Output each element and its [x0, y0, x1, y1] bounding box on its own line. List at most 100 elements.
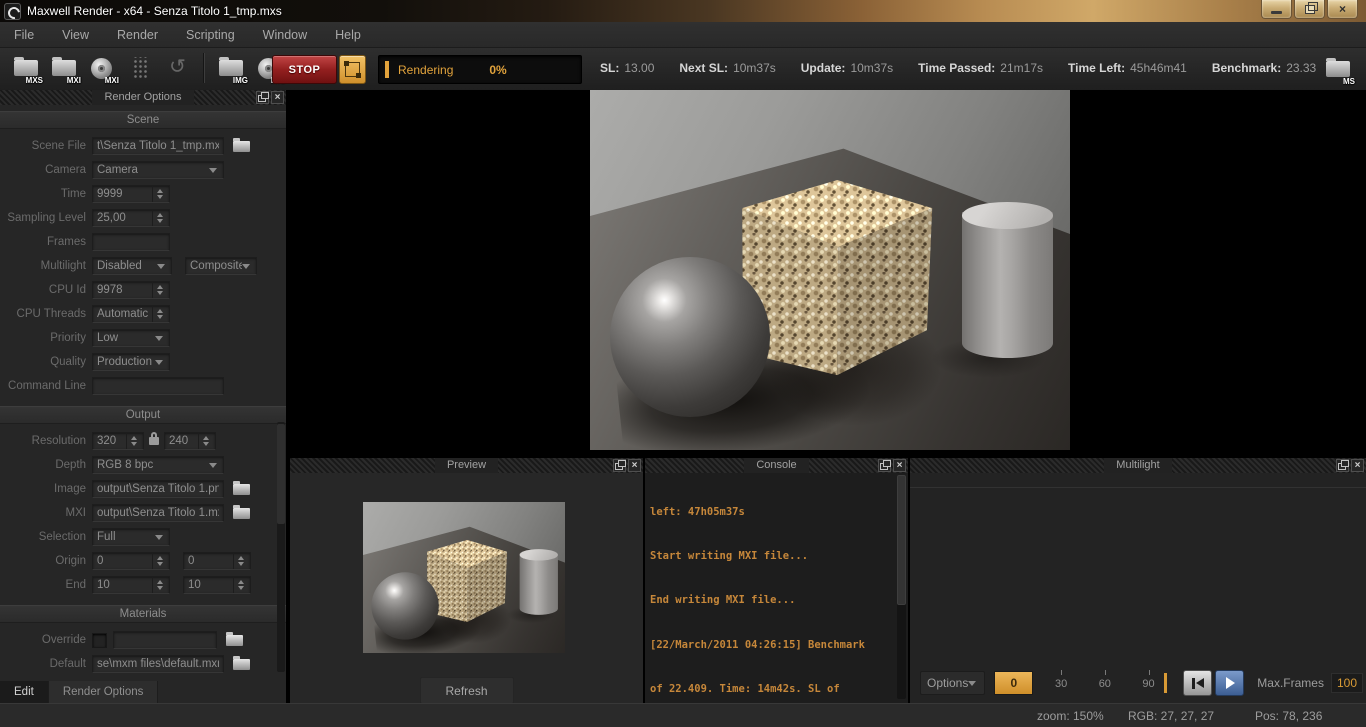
spinner-icon[interactable] [126, 433, 141, 449]
multilight-dropdown[interactable]: Disabled [92, 257, 172, 275]
stat-time-left: Time Left: 45h46m41 [1068, 61, 1187, 75]
menu-scripting[interactable]: Scripting [172, 22, 249, 47]
spinner-icon[interactable] [152, 282, 167, 298]
camera-label: Camera [45, 164, 86, 176]
console-header[interactable]: Console × [645, 458, 908, 473]
console-scrollbar[interactable] [897, 475, 906, 699]
panel-scrollbar[interactable] [277, 422, 285, 672]
priority-dropdown[interactable]: Low [92, 329, 170, 347]
mxi-path-input[interactable]: output\Senza Titolo 1.mxi [92, 504, 224, 522]
end-x-input[interactable]: 10 [92, 576, 170, 594]
cpu-threads-input[interactable]: Automatic [92, 305, 170, 323]
preview-panel: Preview × Refresh [290, 458, 643, 703]
render-options-header[interactable]: Render Options × [0, 90, 286, 105]
default-browse-button[interactable] [230, 655, 252, 672]
origin-x-input[interactable]: 0 [92, 552, 170, 570]
spinner-icon[interactable] [198, 433, 213, 449]
options-dropdown[interactable]: Options [920, 671, 986, 695]
scene-file-input[interactable]: t\Senza Titolo 1_tmp.mxs [92, 137, 224, 155]
override-path-input[interactable] [113, 631, 217, 649]
close-button[interactable]: × [1327, 0, 1358, 19]
multilight-mode-dropdown[interactable]: Composite [185, 257, 257, 275]
default-material-input[interactable]: se\mxm files\default.mxm [92, 655, 224, 673]
tab-edit[interactable]: Edit [0, 681, 49, 703]
close-panel-button[interactable]: × [1351, 459, 1364, 472]
mxi-browse-button[interactable] [230, 504, 252, 521]
console-log[interactable]: left: 47h05m37s Start writing MXI file..… [650, 475, 893, 700]
spinner-icon[interactable] [233, 577, 248, 593]
lock-icon[interactable] [149, 432, 159, 445]
frame-slider[interactable]: 30 60 90 [1037, 669, 1162, 697]
depth-dropdown[interactable]: RGB 8 bpc [92, 456, 224, 474]
menu-render[interactable]: Render [103, 22, 172, 47]
ms-network-button[interactable]: MS [1320, 53, 1355, 86]
minimize-button[interactable] [1261, 0, 1292, 19]
field-row: MXI output\Senza Titolo 1.mxi [0, 501, 286, 525]
restart-button[interactable]: ↺ [160, 52, 195, 84]
menu-help[interactable]: Help [321, 22, 375, 47]
preview-image[interactable] [363, 502, 565, 653]
tab-render-options[interactable]: Render Options [48, 681, 159, 703]
frame-value-box[interactable]: 0 [994, 671, 1034, 695]
multilight-header[interactable]: Multilight × [910, 458, 1366, 473]
spinner-icon[interactable] [233, 553, 248, 569]
field-row: Quality Production [0, 350, 286, 374]
menu-window[interactable]: Window [249, 22, 321, 47]
go-to-start-button[interactable] [1183, 670, 1213, 696]
network-render-button[interactable] [339, 55, 366, 84]
quality-dropdown[interactable]: Production [92, 353, 170, 371]
tick-mark [1148, 670, 1150, 675]
open-image-button[interactable]: IMG [213, 52, 248, 85]
field-row: Camera Camera [0, 158, 286, 182]
field-row: Default se\mxm files\default.mxm [0, 652, 286, 676]
sampling-level-input[interactable]: 25,00 [92, 209, 170, 227]
spinner-icon[interactable] [152, 210, 167, 226]
spinner-icon[interactable] [152, 577, 167, 593]
titlebar[interactable]: Maxwell Render - x64 - Senza Titolo 1_tm… [0, 0, 1366, 22]
stop-button[interactable]: STOP [272, 55, 337, 84]
float-panel-button[interactable] [256, 91, 269, 104]
spinner-icon[interactable] [152, 553, 167, 569]
render-viewport[interactable] [286, 90, 1366, 458]
menu-view[interactable]: View [48, 22, 103, 47]
spinner-icon[interactable] [152, 186, 167, 202]
command-line-label: Command Line [8, 380, 86, 392]
close-panel-button[interactable]: × [893, 459, 906, 472]
close-panel-button[interactable]: × [271, 91, 284, 104]
open-mxs-button[interactable]: MXS [8, 52, 43, 85]
spinner-icon[interactable] [152, 306, 167, 322]
float-panel-button[interactable] [1336, 459, 1349, 472]
refresh-button[interactable]: Refresh [419, 677, 514, 703]
scene-file-browse-button[interactable] [230, 137, 252, 154]
time-input[interactable]: 9999 [92, 185, 170, 203]
cpu-id-input[interactable]: 9978 [92, 281, 170, 299]
camera-dropdown[interactable]: Camera [92, 161, 224, 179]
selection-dropdown[interactable]: Full [92, 528, 170, 546]
scene-cylinder-top [519, 549, 559, 561]
image-browse-button[interactable] [230, 480, 252, 497]
float-panel-button[interactable] [878, 459, 891, 472]
save-mxi-button[interactable]: MXI [84, 52, 119, 85]
override-checkbox[interactable] [92, 632, 107, 648]
frames-input[interactable] [92, 233, 170, 251]
scrollbar-thumb[interactable] [277, 424, 285, 524]
origin-y-input[interactable]: 0 [183, 552, 251, 570]
close-panel-button[interactable]: × [628, 459, 641, 472]
display-button[interactable] [122, 52, 157, 84]
cpu-id-label: CPU Id [48, 284, 86, 296]
override-browse-button[interactable] [223, 631, 245, 648]
image-path-input[interactable]: output\Senza Titolo 1.png [92, 480, 224, 498]
menu-file[interactable]: File [0, 22, 48, 47]
open-mxi-button[interactable]: MXI [46, 52, 81, 85]
restore-button[interactable] [1294, 0, 1325, 19]
chevron-down-icon [968, 680, 977, 686]
preview-header[interactable]: Preview × [290, 458, 643, 473]
resolution-y-input[interactable]: 240 [164, 432, 216, 450]
play-button[interactable] [1215, 670, 1245, 696]
max-frames-input[interactable]: 100 [1330, 673, 1363, 693]
scrollbar-thumb[interactable] [897, 475, 906, 605]
end-y-input[interactable]: 10 [183, 576, 251, 594]
resolution-x-input[interactable]: 320 [92, 432, 144, 450]
command-line-input[interactable] [92, 377, 224, 395]
float-panel-button[interactable] [613, 459, 626, 472]
